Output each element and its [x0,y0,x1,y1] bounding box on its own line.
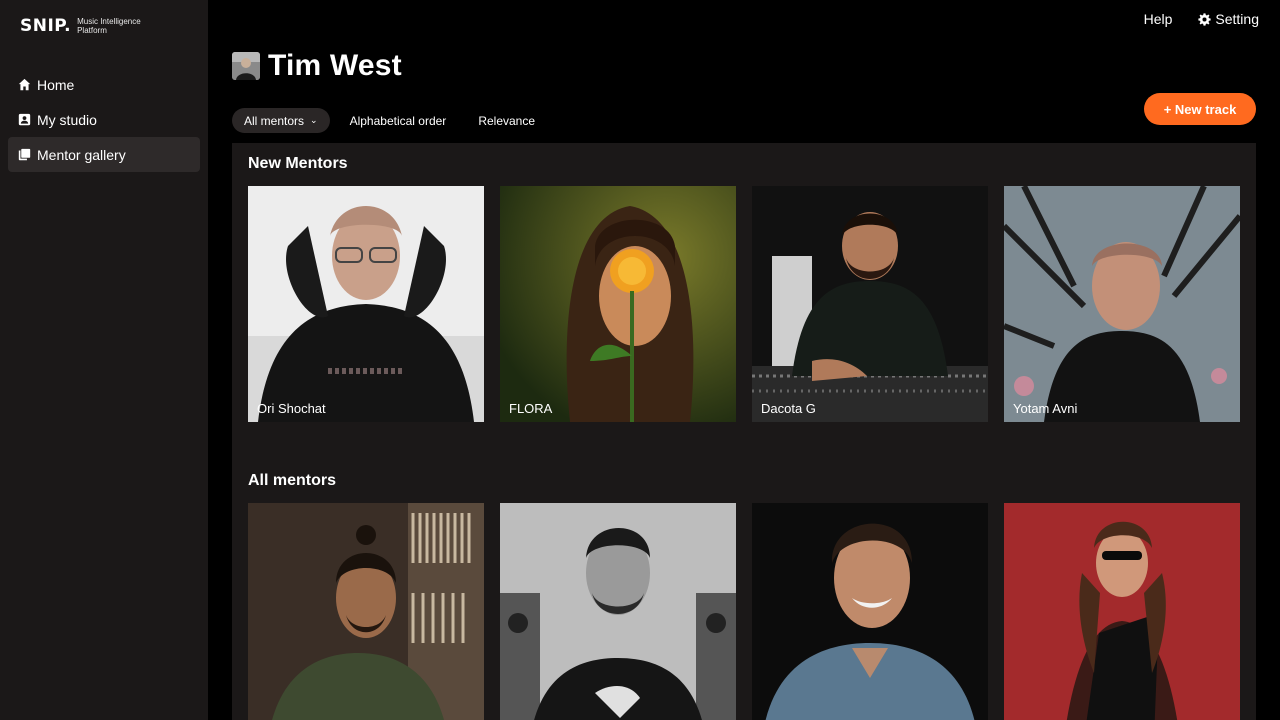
mentor-photo [1004,186,1240,422]
profile-header: Tim West [232,49,402,83]
dropdown-value: All mentors [244,113,305,128]
user-badge-icon [18,113,31,126]
mentor-photo [248,186,484,422]
sidebar: SNIP. Music Intelligence Platform Home M… [0,0,208,720]
mentor-card[interactable] [500,503,736,720]
page-title: Tim West [268,49,402,82]
gear-icon [1198,12,1211,26]
new-track-button[interactable]: + New track [1144,93,1256,125]
sidebar-item-mentor-gallery[interactable]: Mentor gallery [8,137,200,172]
mentor-card[interactable]: Ori Shochat [248,186,484,422]
sidebar-nav: Home My studio Mentor gallery [8,67,200,172]
sidebar-item-label: Mentor gallery [37,146,126,163]
logo-tagline: Music Intelligence Platform [77,17,141,35]
mentor-photo [500,186,736,422]
mentor-photo [248,503,484,720]
logo-mark: SNIP. [20,16,72,36]
settings-label: Setting [1215,11,1259,27]
filter-bar: All mentors ⌄ Alphabetical order Relevan… [232,108,535,133]
top-bar: Help Setting [1144,11,1259,27]
mentor-card[interactable]: FLORA [500,186,736,422]
new-mentors-grid: Ori Shochat FLORA Dacota G Yotam Avni [248,186,1256,422]
mentor-card[interactable] [248,503,484,720]
mentor-card[interactable]: Yotam Avni [1004,186,1240,422]
mentor-photo [752,503,988,720]
mentor-photo [752,186,988,422]
section-title-all-mentors: All mentors [248,472,337,489]
settings-link[interactable]: Setting [1198,11,1259,27]
avatar[interactable] [232,52,260,80]
section-title-new-mentors: New Mentors [248,155,348,172]
sort-alphabetical[interactable]: Alphabetical order [350,110,447,132]
mentor-filter-dropdown[interactable]: All mentors ⌄ [232,108,330,133]
all-mentors-grid [248,503,1256,720]
mentor-name: Ori Shochat [257,401,326,416]
mentor-name: Yotam Avni [1013,401,1078,416]
mentor-card[interactable] [1004,503,1240,720]
mentor-card[interactable] [752,503,988,720]
chevron-down-icon: ⌄ [310,115,318,125]
mentor-photo [1004,503,1240,720]
mentor-card[interactable]: Dacota G [752,186,988,422]
help-link[interactable]: Help [1144,11,1173,27]
sort-relevance[interactable]: Relevance [478,110,535,132]
sidebar-item-label: Home [37,76,75,93]
sidebar-item-home[interactable]: Home [8,67,200,102]
home-icon [18,78,31,91]
logo[interactable]: SNIP. Music Intelligence Platform [20,16,157,36]
sidebar-item-label: My studio [37,111,97,128]
mentor-photo [500,503,736,720]
mentor-name: Dacota G [761,401,816,416]
gallery-icon [18,148,31,161]
sidebar-item-my-studio[interactable]: My studio [8,102,200,137]
mentor-gallery-panel: New Mentors Ori Shochat FLORA Dacota G Y… [232,143,1256,720]
mentor-name: FLORA [509,401,553,416]
